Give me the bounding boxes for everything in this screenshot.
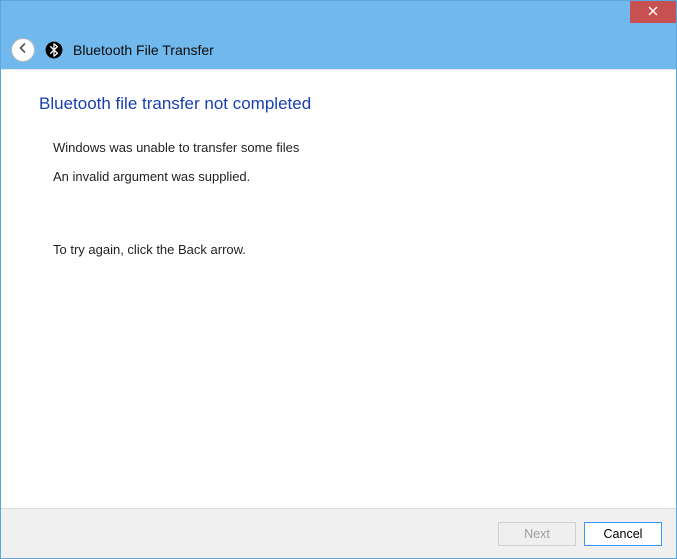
bluetooth-icon [45, 41, 63, 59]
arrow-left-icon [16, 41, 30, 60]
cancel-button[interactable]: Cancel [584, 522, 662, 546]
error-message-primary: Windows was unable to transfer some file… [53, 140, 638, 155]
titlebar [1, 1, 676, 31]
content-area: Bluetooth file transfer not completed Wi… [1, 69, 676, 508]
back-button[interactable] [11, 38, 35, 62]
window-title: Bluetooth File Transfer [73, 42, 214, 58]
instruction-text: To try again, click the Back arrow. [53, 242, 638, 257]
close-icon [648, 3, 658, 21]
button-bar: Next Cancel [1, 508, 676, 558]
wizard-window: Bluetooth File Transfer Bluetooth file t… [0, 0, 677, 559]
close-button[interactable] [630, 1, 676, 23]
header-band: Bluetooth File Transfer [1, 31, 676, 69]
error-message-detail: An invalid argument was supplied. [53, 169, 638, 184]
next-button: Next [498, 522, 576, 546]
page-heading: Bluetooth file transfer not completed [39, 94, 638, 114]
